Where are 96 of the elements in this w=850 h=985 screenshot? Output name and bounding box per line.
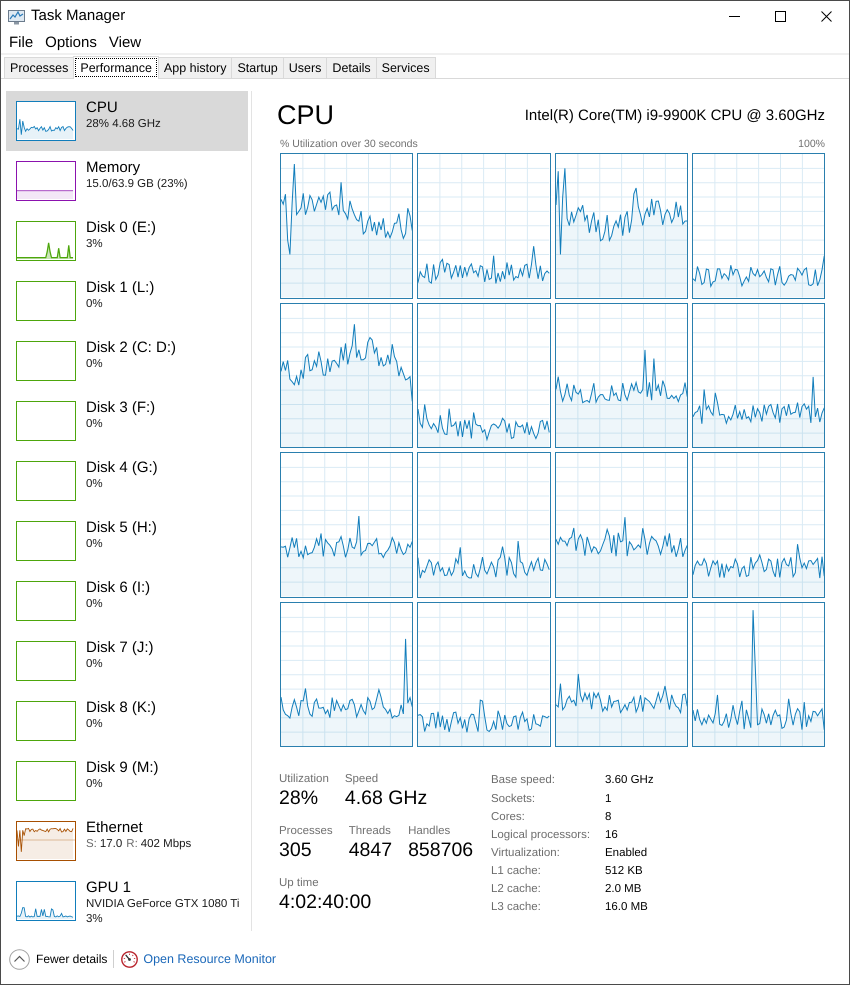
spec-label: Sockets: — [491, 792, 536, 807]
stat-value: 858706 — [408, 838, 474, 862]
stat-label: Speed — [344, 772, 380, 786]
item-detail: 0% — [86, 657, 104, 672]
open-resource-monitor-link[interactable]: Open Resource Monitor — [121, 950, 276, 968]
fewer-details-button[interactable]: Fewer details — [9, 948, 108, 970]
sidebar-item[interactable]: Disk 6 (I:) 0% — [6, 571, 248, 631]
stat-value: 28% — [279, 786, 320, 810]
menu-item[interactable]: Options — [39, 32, 103, 52]
spec-value: 16 — [605, 828, 619, 843]
item-title: Disk 6 (I:) — [86, 579, 150, 597]
spec-value: 16.0 MB — [605, 900, 649, 916]
sidebar-item[interactable]: Disk 5 (H:) 0% — [6, 511, 248, 571]
rate-value: 402 Mbps — [140, 838, 192, 850]
stat-label: Threads — [348, 824, 392, 838]
sidebar-item[interactable]: Disk 7 (J:) 0% — [6, 631, 248, 691]
item-detail: 0% — [86, 597, 104, 612]
tab[interactable]: Users — [282, 57, 328, 78]
spec-value: 3.60 GHz — [605, 773, 654, 788]
chevron-up-icon — [9, 948, 30, 970]
spec-label: L3 cache: — [491, 900, 542, 916]
item-detail: 0% — [86, 297, 104, 312]
rate-label: R: — [126, 838, 138, 850]
sidebar-item[interactable]: CPU 28% 4.68 GHz — [6, 91, 248, 151]
item-detail: NVIDIA GeForce GTX 1080 Ti — [86, 897, 240, 912]
spec-label: Logical processors: — [491, 828, 592, 843]
stat-label: Handles — [408, 824, 452, 838]
sidebar-item[interactable]: Ethernet S: 17.0 R: 402 Mbps — [6, 811, 248, 871]
item-title: Disk 5 (H:) — [86, 519, 157, 537]
sidebar-item[interactable]: Disk 3 (F:) 0% — [6, 391, 248, 451]
maximize-icon — [774, 11, 786, 22]
sidebar-item[interactable]: Disk 4 (G:) 0% — [6, 451, 248, 511]
processor-model: Intel(R) Core(TM) i9-9900K CPU @ 3.60GHz — [524, 106, 825, 126]
item-title: Ethernet — [86, 819, 144, 837]
item-detail: 28% 4.68 GHz — [86, 117, 161, 132]
stat-label: Utilization — [279, 772, 329, 786]
stat-value: 305 — [279, 838, 313, 862]
gauge-icon — [121, 950, 138, 968]
stat-label: Up time — [279, 876, 320, 890]
tab[interactable]: Details — [326, 57, 377, 78]
tab[interactable]: Processes — [4, 57, 74, 78]
spec-value: 1 — [605, 792, 612, 807]
item-detail: 0% — [86, 537, 104, 552]
monitor-icon — [8, 8, 25, 24]
spec-label: Base speed: — [491, 773, 556, 788]
sidebar-item[interactable]: Disk 2 (C: D:) 0% — [6, 331, 248, 391]
item-detail: 0% — [86, 717, 104, 732]
spec-value: Enabled — [605, 846, 648, 861]
sidebar-item[interactable]: Disk 9 (M:) 0% — [6, 751, 248, 811]
item-title: Disk 8 (K:) — [86, 699, 156, 717]
spec-value: 512 KB — [605, 864, 644, 879]
stat-label: Processes — [279, 824, 333, 838]
item-title: Memory — [86, 159, 142, 177]
item-detail: 3% — [86, 237, 104, 252]
stat-value: 4847 — [348, 838, 392, 862]
tab[interactable]: App history — [158, 57, 232, 78]
rate-label: S: — [86, 838, 97, 850]
stat-value: 4:02:40:00 — [279, 890, 372, 914]
item-title: Disk 1 (L:) — [86, 279, 154, 297]
graph-caption: % Utilization over 30 seconds — [280, 138, 418, 150]
spec-value: 8 — [605, 810, 612, 825]
item-title: CPU — [86, 99, 119, 117]
tab[interactable]: Startup — [231, 57, 284, 78]
item-title: Disk 2 (C: D:) — [86, 339, 176, 357]
item-title: Disk 7 (J:) — [86, 639, 154, 657]
rate-value: 17.0 — [100, 838, 122, 850]
spec-label: L1 cache: — [491, 864, 542, 879]
item-detail: 15.0/63.9 GB (23%) — [86, 177, 188, 192]
spec-label: Virtualization: — [491, 846, 561, 861]
sidebar-item[interactable]: Disk 1 (L:) 0% — [6, 271, 248, 331]
sidebar-item[interactable]: Disk 0 (E:) 3% — [6, 211, 248, 271]
menu-item[interactable]: File — [3, 32, 40, 52]
item-title: Disk 9 (M:) — [86, 759, 158, 777]
spec-label: Cores: — [491, 810, 526, 825]
sidebar-item[interactable]: GPU 1 NVIDIA GeForce GTX 1080 Ti 3% — [6, 871, 248, 931]
stat-value: 4.68 GHz — [344, 786, 428, 810]
panel-title: CPU — [277, 99, 334, 131]
item-detail: 0% — [86, 777, 104, 792]
graph-max-label: 100% — [798, 138, 825, 150]
item-detail: 0% — [86, 357, 104, 372]
item-title: Disk 3 (F:) — [86, 399, 156, 417]
item-title: Disk 0 (E:) — [86, 219, 156, 237]
window-title: Task Manager — [31, 6, 126, 26]
item-detail: 3% — [86, 912, 104, 926]
tab[interactable]: Performance — [73, 56, 159, 79]
sidebar-item[interactable]: Disk 8 (K:) 0% — [6, 691, 248, 751]
tab[interactable]: Services — [376, 57, 436, 78]
sidebar-item[interactable]: Memory 15.0/63.9 GB (23%) — [6, 151, 248, 211]
item-detail: 0% — [86, 477, 104, 492]
spec-label: L2 cache: — [491, 882, 542, 897]
menu-item[interactable]: View — [102, 32, 148, 52]
close-icon — [820, 11, 832, 22]
item-title: Disk 4 (G:) — [86, 459, 158, 477]
item-title: GPU 1 — [86, 879, 132, 897]
item-detail: 0% — [86, 417, 104, 432]
spec-value: 2.0 MB — [605, 882, 642, 897]
